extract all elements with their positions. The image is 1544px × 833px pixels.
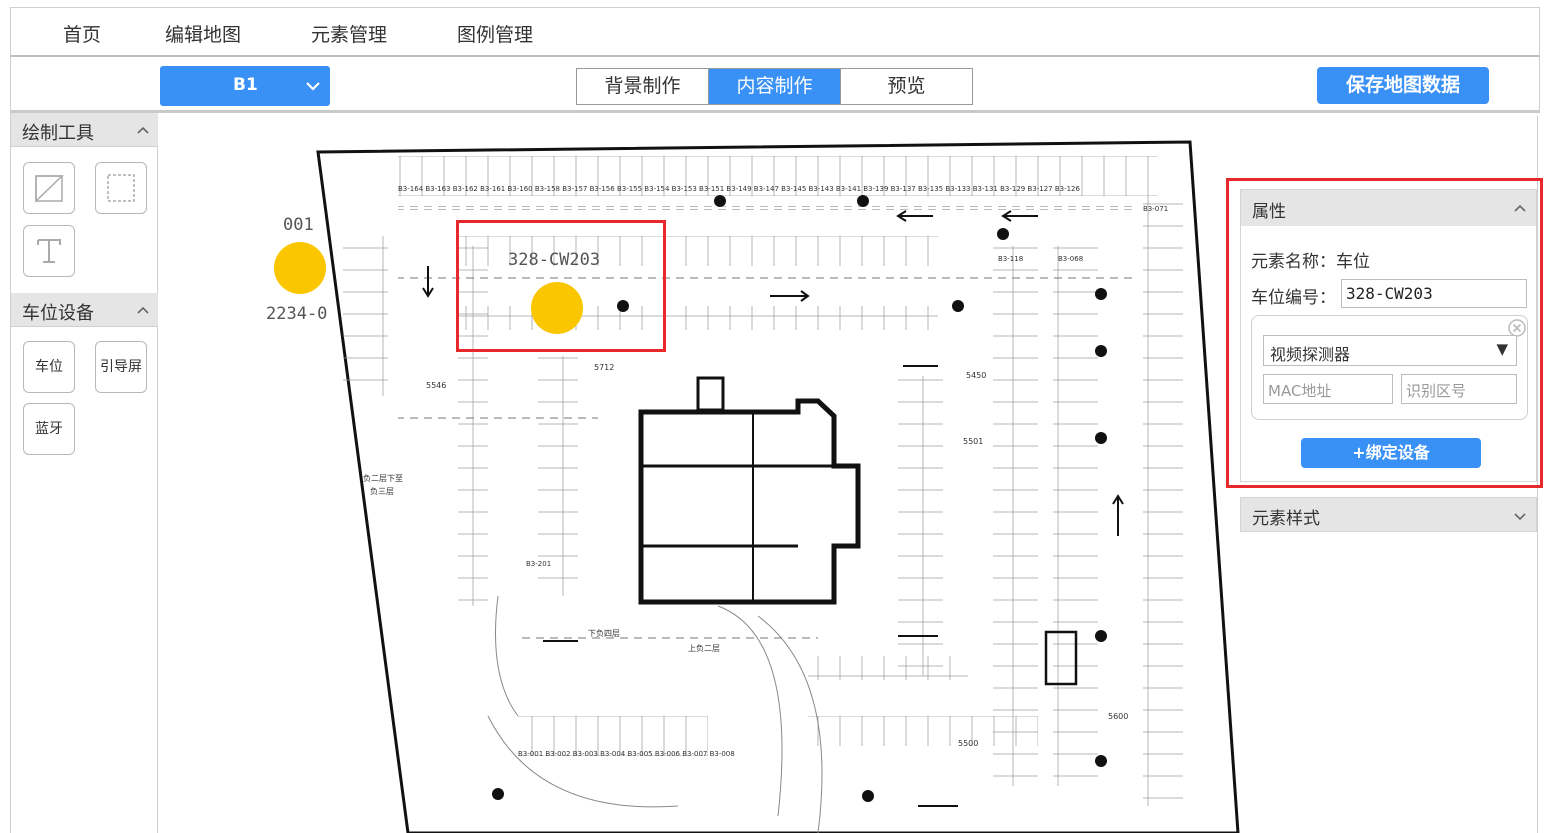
svg-text:B3-164 B3-163 B3-162 B3-161 B3: B3-164 B3-163 B3-162 B3-161 B3-160 B3-15…	[398, 185, 1081, 193]
selected-space-label: 328-CW203	[508, 250, 601, 270]
parking-space-button[interactable]: 车位	[23, 341, 75, 393]
element-style-header[interactable]: 元素样式	[1240, 497, 1537, 532]
svg-text:5450: 5450	[966, 371, 986, 380]
mode-switcher: 背景制作 内容制作 预览	[576, 68, 973, 105]
floor-select[interactable]: B1	[160, 66, 330, 106]
draw-tools-header[interactable]: 绘制工具	[11, 113, 158, 147]
nav-home[interactable]: 首页	[63, 20, 101, 47]
zone-number-input[interactable]: 识别区号	[1401, 374, 1517, 404]
svg-text:5500: 5500	[958, 739, 978, 748]
parking-devices-header[interactable]: 车位设备	[11, 293, 158, 327]
chevron-up-icon	[137, 306, 149, 314]
device-type-select[interactable]: 视频探测器 ▼	[1263, 335, 1517, 366]
element-name-row: 元素名称：车位	[1251, 247, 1370, 272]
properties-panel: 属性 元素名称：车位 车位编号： 328-CW203 视频探测器 ▼ MAC地址…	[1240, 189, 1537, 482]
svg-text:上负二层: 上负二层	[688, 643, 720, 653]
nav-legend-management[interactable]: 图例管理	[457, 20, 533, 47]
svg-text:B3-071: B3-071	[1143, 205, 1168, 213]
svg-text:负三层: 负三层	[370, 486, 394, 496]
chevron-up-icon	[137, 126, 149, 134]
rectangle-tool-icon	[107, 174, 135, 202]
guide-screen-button[interactable]: 引导屏	[95, 341, 147, 393]
svg-text:B3-001 B3-002 B3-003 B3-004 B3: B3-001 B3-002 B3-003 B3-004 B3-005 B3-00…	[518, 750, 735, 758]
chevron-up-icon	[1514, 204, 1526, 212]
svg-text:5712: 5712	[594, 363, 614, 372]
properties-header[interactable]: 属性	[1241, 190, 1536, 226]
svg-text:负二层下至: 负二层下至	[363, 473, 403, 483]
polygon-tool-button[interactable]	[23, 162, 75, 214]
element-name-value: 车位	[1336, 252, 1370, 272]
space-number-label: 车位编号：	[1251, 288, 1336, 308]
tab-content[interactable]: 内容制作	[709, 69, 841, 104]
left-sidebar: 绘制工具 车位设备 车位 引导屏 蓝牙	[10, 113, 158, 833]
caret-down-icon: ▼	[1496, 340, 1508, 358]
svg-text:5501: 5501	[963, 437, 983, 446]
tab-background[interactable]: 背景制作	[577, 69, 709, 104]
rectangle-tool-button[interactable]	[95, 162, 147, 214]
bluetooth-button[interactable]: 蓝牙	[23, 403, 75, 455]
chevron-down-icon	[1514, 513, 1526, 521]
text-tool-icon	[37, 239, 61, 263]
element-style-title: 元素样式	[1252, 509, 1320, 529]
selected-parking-marker[interactable]	[531, 282, 583, 334]
top-nav: 首页 编辑地图 元素管理 图例管理	[10, 7, 1540, 57]
nav-edit-map[interactable]: 编辑地图	[165, 20, 241, 47]
chevron-down-icon	[306, 82, 320, 91]
svg-text:B3-068: B3-068	[1058, 255, 1083, 263]
app-root: 首页 编辑地图 元素管理 图例管理 B1 背景制作 内容制作 预览 保存地图数据…	[0, 0, 1544, 833]
device-card	[1251, 315, 1528, 420]
text-tool-button[interactable]	[23, 225, 75, 277]
svg-text:5546: 5546	[426, 381, 446, 390]
svg-text:B3-118: B3-118	[998, 255, 1023, 263]
draw-tools-title: 绘制工具	[22, 123, 94, 144]
mac-address-input[interactable]: MAC地址	[1263, 374, 1393, 404]
floor-value: B1	[233, 75, 258, 95]
parking-marker[interactable]	[274, 242, 326, 294]
svg-text:5600: 5600	[1108, 712, 1128, 721]
polygon-tool-icon	[35, 175, 64, 203]
nav-element-management[interactable]: 元素管理	[311, 20, 387, 47]
marker-top-label: 001	[283, 215, 314, 235]
tab-preview[interactable]: 预览	[841, 69, 972, 104]
svg-text:下负四层: 下负四层	[588, 628, 620, 638]
device-type-value: 视频探测器	[1270, 345, 1351, 364]
space-number-input[interactable]: 328-CW203	[1341, 279, 1527, 308]
parking-devices-title: 车位设备	[22, 303, 94, 324]
save-map-button[interactable]: 保存地图数据	[1317, 67, 1489, 104]
element-name-label: 元素名称：	[1251, 252, 1336, 272]
marker-bottom-label: 2234-0	[266, 304, 328, 324]
bind-device-button[interactable]: +绑定设备	[1301, 438, 1481, 468]
properties-title: 属性	[1252, 202, 1286, 222]
svg-text:B3-201: B3-201	[526, 560, 551, 568]
